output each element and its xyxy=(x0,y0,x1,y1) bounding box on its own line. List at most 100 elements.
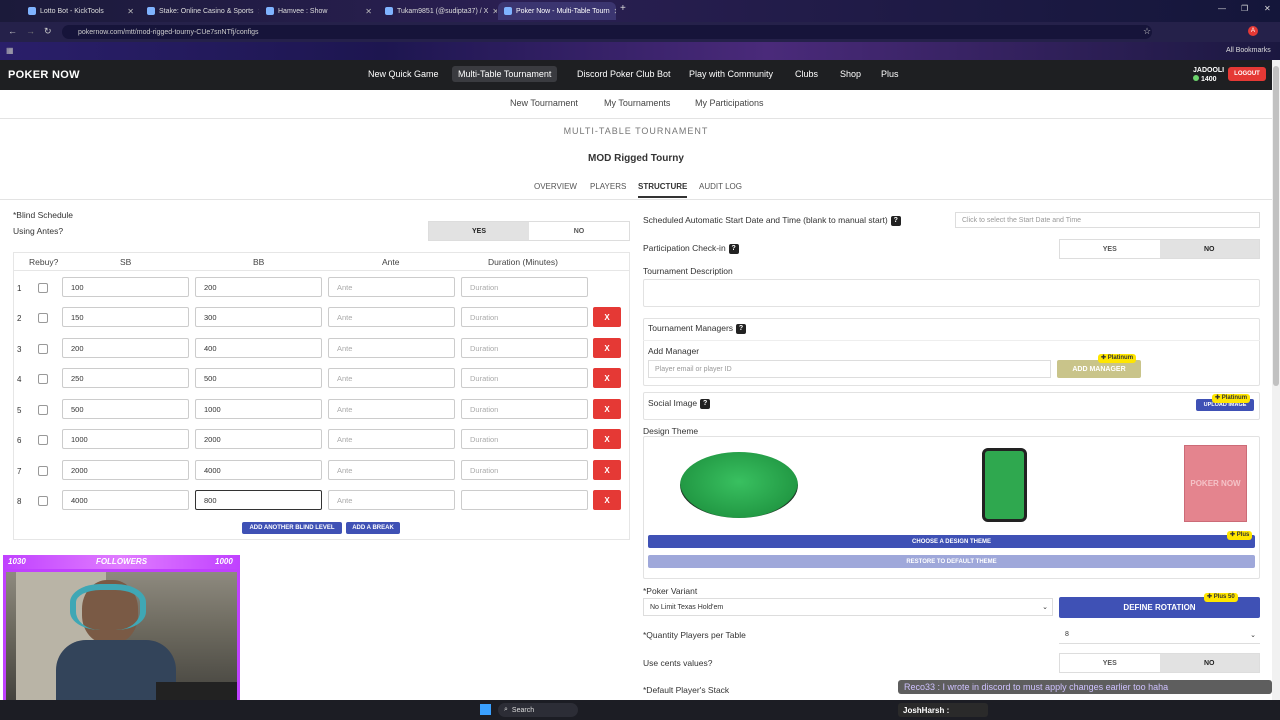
duration-input[interactable]: Duration xyxy=(461,277,588,297)
window-close-icon[interactable]: ✕ xyxy=(1264,4,1271,13)
sb-input[interactable]: 150 xyxy=(62,307,189,327)
rebuy-checkbox[interactable] xyxy=(38,496,48,506)
close-icon[interactable]: ✕ xyxy=(614,7,616,16)
browser-tab[interactable]: Stake: Online Casino & Sports✕ xyxy=(141,2,259,20)
subnav-my-participations[interactable]: My Participations xyxy=(695,98,764,108)
duration-input[interactable]: Duration xyxy=(461,338,588,358)
close-icon[interactable]: ✕ xyxy=(365,7,372,16)
maximize-icon[interactable]: ❐ xyxy=(1241,4,1248,13)
browser-tab[interactable]: Lotto Bot - KickTools ✕ xyxy=(22,2,140,20)
ante-input[interactable]: Ante xyxy=(328,490,455,510)
profile-avatar[interactable]: A xyxy=(1248,26,1258,36)
duration-input[interactable]: Duration xyxy=(461,429,588,449)
site-logo[interactable]: POKER NOW xyxy=(8,69,80,81)
subnav-my-tournaments[interactable]: My Tournaments xyxy=(604,98,670,108)
rebuy-checkbox[interactable] xyxy=(38,466,48,476)
nav-plus[interactable]: Plus xyxy=(881,69,899,79)
choose-theme-button[interactable]: CHOOSE A DESIGN THEME xyxy=(648,535,1255,548)
duration-input[interactable]: Duration xyxy=(461,460,588,480)
ante-input[interactable]: Ante xyxy=(328,429,455,449)
minimize-icon[interactable]: — xyxy=(1218,4,1226,13)
url-field[interactable]: pokernow.com/mtt/mod-rigged-tourny-CUe7s… xyxy=(62,25,1152,39)
help-icon[interactable]: ? xyxy=(736,323,747,334)
browser-tab[interactable]: Hamvee : Show ✕ xyxy=(260,2,378,20)
rebuy-checkbox[interactable] xyxy=(38,313,48,323)
all-bookmarks[interactable]: All Bookmarks xyxy=(1226,47,1271,54)
rebuy-checkbox[interactable] xyxy=(38,405,48,415)
antes-yes-option[interactable]: YES xyxy=(429,222,529,240)
bb-input[interactable]: 400 xyxy=(195,338,322,358)
duration-input[interactable]: Duration xyxy=(461,368,588,388)
duration-input[interactable]: Duration xyxy=(461,399,588,419)
tab-structure[interactable]: STRUCTURE xyxy=(638,182,688,198)
close-icon[interactable]: ✕ xyxy=(127,7,134,16)
remove-level-button[interactable]: X xyxy=(593,460,621,480)
subnav-new-tournament[interactable]: New Tournament xyxy=(510,98,578,108)
nav-clubs[interactable]: Clubs xyxy=(795,69,818,79)
sb-input[interactable]: 4000 xyxy=(62,490,189,510)
forward-icon[interactable]: → xyxy=(26,26,35,36)
windows-start-icon[interactable] xyxy=(480,704,491,715)
remove-level-button[interactable]: X xyxy=(593,338,621,358)
nav-new-quick-game[interactable]: New Quick Game xyxy=(368,69,439,79)
taskbar-search[interactable]: ⌕ Search xyxy=(498,703,578,717)
bb-input[interactable]: 800 xyxy=(195,490,322,510)
checkin-yes-option[interactable]: YES xyxy=(1060,240,1160,258)
sb-input[interactable]: 200 xyxy=(62,338,189,358)
ante-input[interactable]: Ante xyxy=(328,399,455,419)
browser-tab-active[interactable]: Poker Now - Multi-Table Tourn✕ xyxy=(498,2,616,20)
description-textarea[interactable] xyxy=(643,279,1260,307)
bb-input[interactable]: 4000 xyxy=(195,460,322,480)
cents-yes-option[interactable]: YES xyxy=(1060,654,1160,672)
close-icon[interactable]: ✕ xyxy=(258,7,259,16)
add-blind-level-button[interactable]: ADD ANOTHER BLIND LEVEL xyxy=(242,522,342,534)
close-icon[interactable]: ✕ xyxy=(492,7,497,16)
remove-level-button[interactable]: X xyxy=(593,307,621,327)
duration-input[interactable]: Duration xyxy=(461,307,588,327)
nav-discord-bot[interactable]: Discord Poker Club Bot xyxy=(577,69,671,79)
ante-input[interactable]: Ante xyxy=(328,277,455,297)
ante-input[interactable]: Ante xyxy=(328,368,455,388)
players-per-table-select[interactable]: 8 ⌄ xyxy=(1059,626,1260,644)
ante-input[interactable]: Ante xyxy=(328,307,455,327)
sb-input[interactable]: 250 xyxy=(62,368,189,388)
scrollbar-thumb[interactable] xyxy=(1273,66,1279,386)
restore-theme-button[interactable]: RESTORE TO DEFAULT THEME xyxy=(648,555,1255,568)
bb-input[interactable]: 200 xyxy=(195,277,322,297)
rebuy-checkbox[interactable] xyxy=(38,435,48,445)
rebuy-checkbox[interactable] xyxy=(38,344,48,354)
remove-level-button[interactable]: X xyxy=(593,399,621,419)
rebuy-checkbox[interactable] xyxy=(38,283,48,293)
add-break-button[interactable]: ADD A BREAK xyxy=(346,522,400,534)
bookmark-star-icon[interactable]: ☆ xyxy=(1143,26,1151,37)
logout-button[interactable]: LOGOUT xyxy=(1228,67,1266,81)
duration-input[interactable] xyxy=(461,490,588,510)
remove-level-button[interactable]: X xyxy=(593,490,621,510)
start-time-input[interactable]: Click to select the Start Date and Time xyxy=(955,212,1260,228)
nav-shop[interactable]: Shop xyxy=(840,69,861,79)
tab-audit-log[interactable]: AUDIT LOG xyxy=(699,182,742,191)
remove-level-button[interactable]: X xyxy=(593,429,621,449)
nav-multi-table-tournament[interactable]: Multi-Table Tournament xyxy=(452,66,558,82)
poker-variant-select[interactable]: No Limit Texas Hold'em ⌄ xyxy=(643,598,1053,616)
antes-no-option[interactable]: NO xyxy=(529,222,629,240)
checkin-no-option[interactable]: NO xyxy=(1159,240,1259,258)
new-tab-icon[interactable]: + xyxy=(620,3,626,14)
bb-input[interactable]: 1000 xyxy=(195,399,322,419)
tab-overview[interactable]: OVERVIEW xyxy=(534,182,577,191)
help-icon[interactable]: ? xyxy=(700,398,711,409)
rebuy-checkbox[interactable] xyxy=(38,374,48,384)
browser-tab[interactable]: Tukam9851 (@sudipta37) / X ✕ xyxy=(379,2,497,20)
bb-input[interactable]: 2000 xyxy=(195,429,322,449)
apps-icon[interactable]: ▦ xyxy=(6,46,14,55)
tab-players[interactable]: PLAYERS xyxy=(590,182,626,191)
reload-icon[interactable]: ↻ xyxy=(44,26,52,37)
help-icon[interactable]: ? xyxy=(728,243,739,254)
help-icon[interactable]: ? xyxy=(890,215,901,226)
sb-input[interactable]: 2000 xyxy=(62,460,189,480)
user-info[interactable]: JADOOLI 1400 xyxy=(1193,67,1224,84)
remove-level-button[interactable]: X xyxy=(593,368,621,388)
manager-input[interactable]: Player email or player ID xyxy=(648,360,1051,378)
sb-input[interactable]: 500 xyxy=(62,399,189,419)
cents-no-option[interactable]: NO xyxy=(1159,654,1259,672)
